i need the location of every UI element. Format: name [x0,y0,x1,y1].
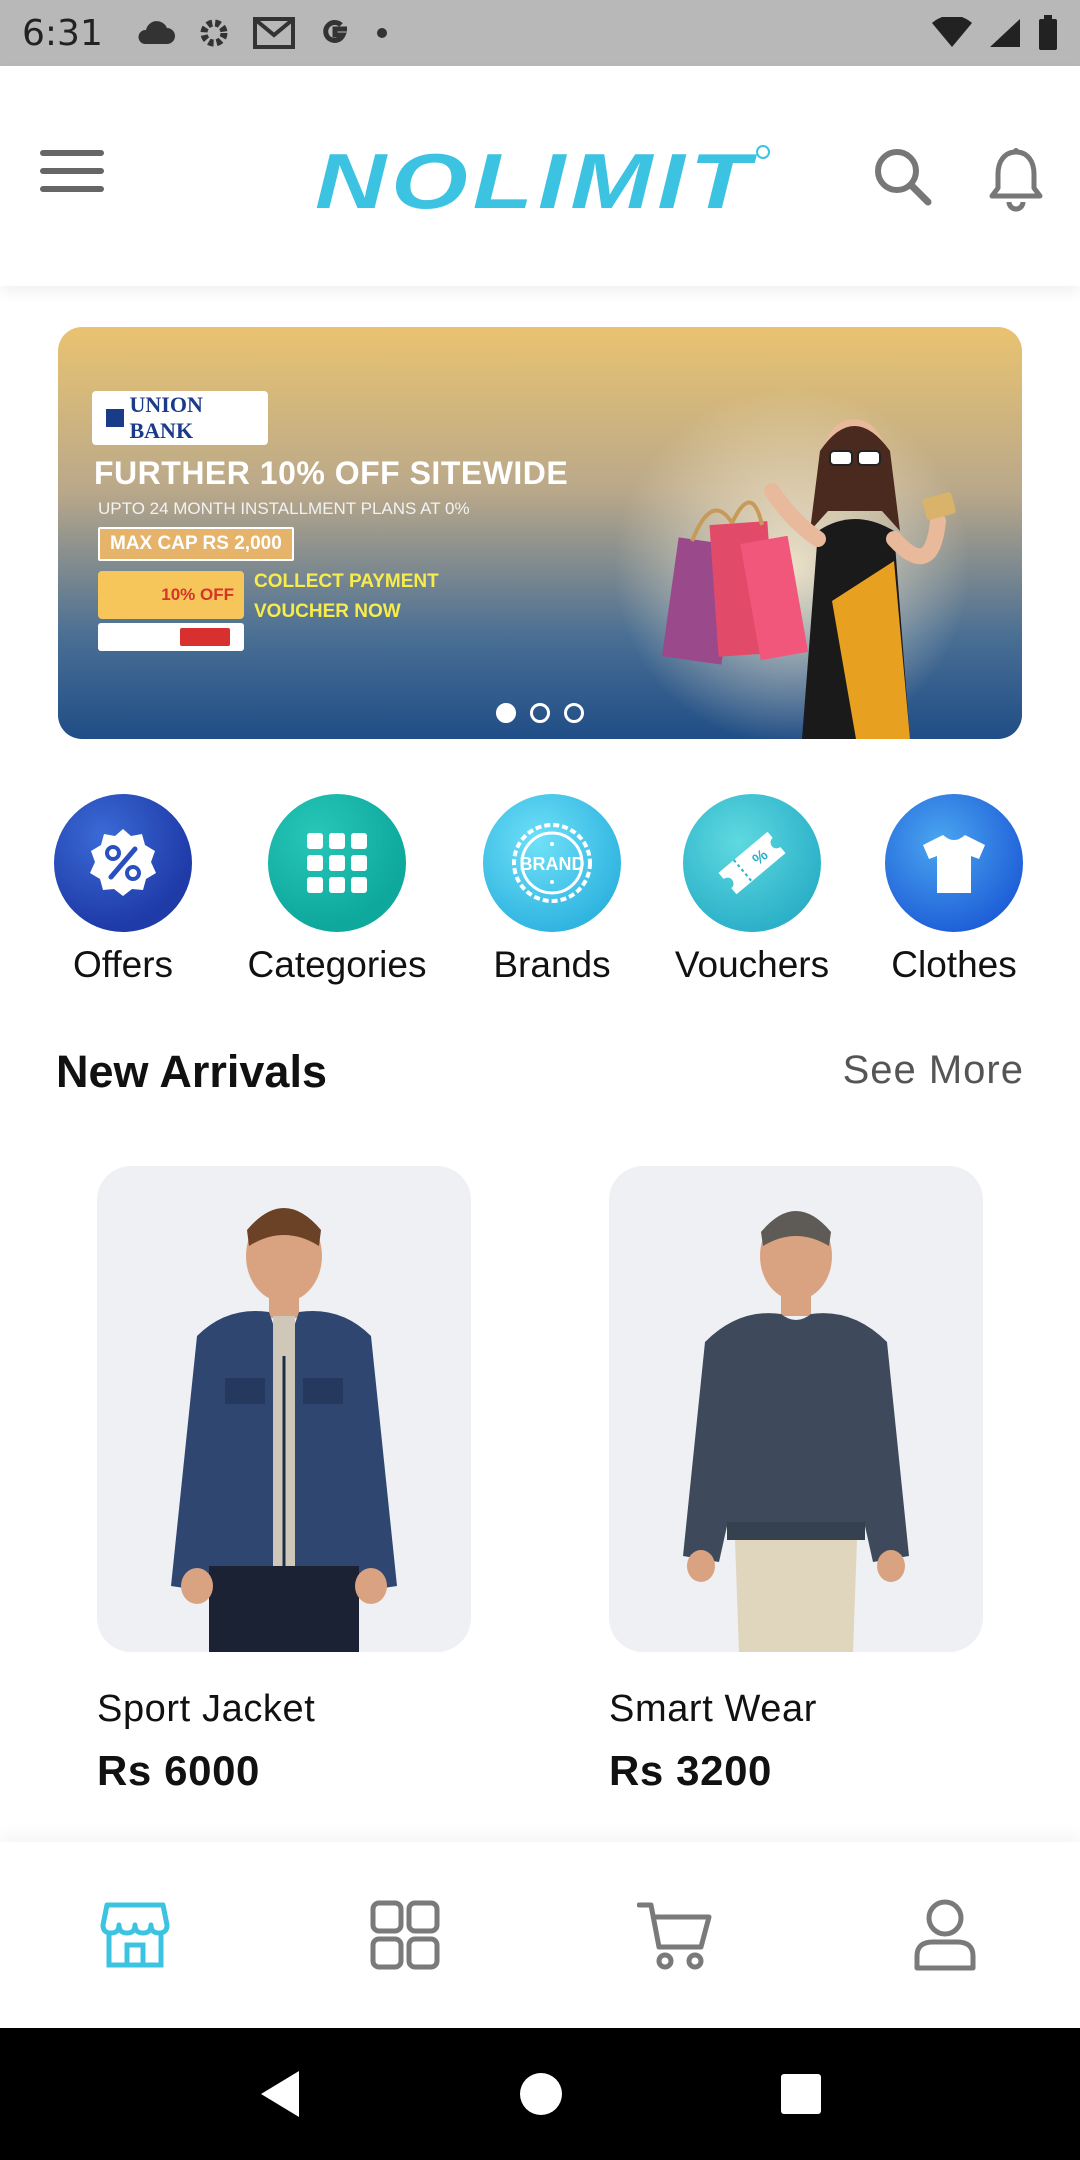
product-image [97,1166,471,1652]
voucher-off-text: 10% OFF [161,585,234,604]
carousel-dot-1[interactable] [496,703,516,723]
menu-icon-line [40,186,104,192]
app-bar: NOLIMIT [0,66,1080,286]
carousel-dots [58,703,1022,723]
promo-banner[interactable]: UNION BANK FURTHER 10% OFF SITEWIDE UPTO… [58,327,1022,739]
product-price: Rs 3200 [609,1747,772,1794]
grid-icon [370,1900,440,1970]
notifications-button[interactable] [986,146,1046,212]
logo-text: NOLIMIT [315,142,758,222]
category-offers[interactable]: Offers [23,794,223,986]
category-label: Brands [493,944,611,985]
dot-icon [375,26,389,40]
status-icons-right [932,15,1058,51]
product-card[interactable]: Smart Wear Rs 3200 [609,1166,989,1795]
bank-flag-icon [106,409,124,427]
grid-dots-icon [307,833,367,893]
search-button[interactable] [872,146,934,208]
collect-line-2: VOUCHER NOW [254,601,401,622]
menu-icon [40,150,104,156]
google-icon [317,15,353,51]
see-more-link[interactable]: See More [843,1048,1024,1093]
brands-circle: BRAND [483,794,621,932]
category-label: Offers [72,944,174,985]
system-navigation [0,2028,1080,2160]
offers-circle [54,794,192,932]
category-brands[interactable]: BRAND Brands [452,794,652,986]
shopper-illustration [661,419,956,739]
collect-text: COLLECT PAYMENT VOUCHER NOW [254,567,439,627]
category-categories[interactable]: Categories [237,794,437,986]
voucher-card: 10% OFF [98,571,244,619]
brand-badge-text: BRAND [520,854,585,874]
cart-icon [637,1902,712,1970]
status-bar: 6:31 [0,0,1080,66]
back-icon [261,2071,300,2117]
nolimit-logo: NOLIMIT [315,142,770,222]
category-vouchers[interactable]: % Vouchers [652,794,852,986]
store-icon [100,1902,170,1968]
status-time: 6:31 [22,12,103,54]
gmail-icon [252,17,295,49]
bank-logo: UNION BANK [92,391,268,445]
max-cap-badge: MAX CAP RS 2,000 [98,527,294,561]
recents-button[interactable] [779,2072,823,2116]
cloud-icon [135,20,175,46]
voucher-strip [98,623,244,651]
back-button[interactable] [257,2069,303,2119]
content-area: UNION BANK FURTHER 10% OFF SITEWIDE UPTO… [0,286,1080,1842]
brand-badge-icon: BRAND [512,823,592,903]
product-price: Rs 6000 [97,1747,260,1794]
menu-button[interactable] [40,150,112,200]
category-label: Clothes [891,944,1017,985]
nav-cart[interactable] [540,1899,810,1971]
recents-icon [780,2074,821,2114]
wifi-icon [932,17,972,49]
nav-categories[interactable] [270,1899,540,1971]
section-title: New Arrivals [56,1046,327,1097]
profile-icon [914,1899,976,1971]
jacket-model-illustration [171,1208,397,1652]
carousel-dot-3[interactable] [564,703,584,723]
tshirt-icon [923,835,985,893]
ticket-icon: % [718,831,786,895]
category-row: Offers Categories BRAND Brands % Voucher… [0,794,1080,994]
category-label: Vouchers [674,944,830,985]
categories-circle [268,794,406,932]
clothes-circle [885,794,1023,932]
app-logo[interactable]: NOLIMIT [310,142,780,222]
nav-profile[interactable] [810,1898,1080,1972]
product-image [609,1166,983,1652]
home-button[interactable] [518,2071,564,2117]
bottom-navigation [0,1842,1080,2028]
vouchers-circle: % [683,794,821,932]
bank-name: UNION BANK [129,392,203,443]
banner-headline: FURTHER 10% OFF SITEWIDE [94,455,569,491]
carousel-dot-2[interactable] [530,703,550,723]
category-label: Categories [247,944,427,985]
home-icon [519,2073,562,2115]
bell-icon [989,148,1043,212]
search-icon [875,149,932,206]
collect-line-1: COLLECT PAYMENT [254,571,439,592]
battery-icon [1038,15,1058,51]
voucher-collect-chip [180,628,230,646]
product-card[interactable]: Sport Jacket Rs 6000 [97,1166,477,1795]
signal-icon [988,17,1022,49]
product-name: Smart Wear [609,1688,818,1730]
menu-icon-line [40,168,104,174]
product-name: Sport Jacket [97,1688,316,1730]
gear-icon [197,16,231,50]
status-icons-left [135,15,389,51]
percent-badge-icon [90,829,156,896]
banner-subline: UPTO 24 MONTH INSTALLMENT PLANS AT 0% [98,499,470,518]
category-clothes[interactable]: Clothes [854,794,1054,986]
nav-store[interactable] [0,1899,270,1971]
sweater-model-illustration [683,1211,909,1652]
